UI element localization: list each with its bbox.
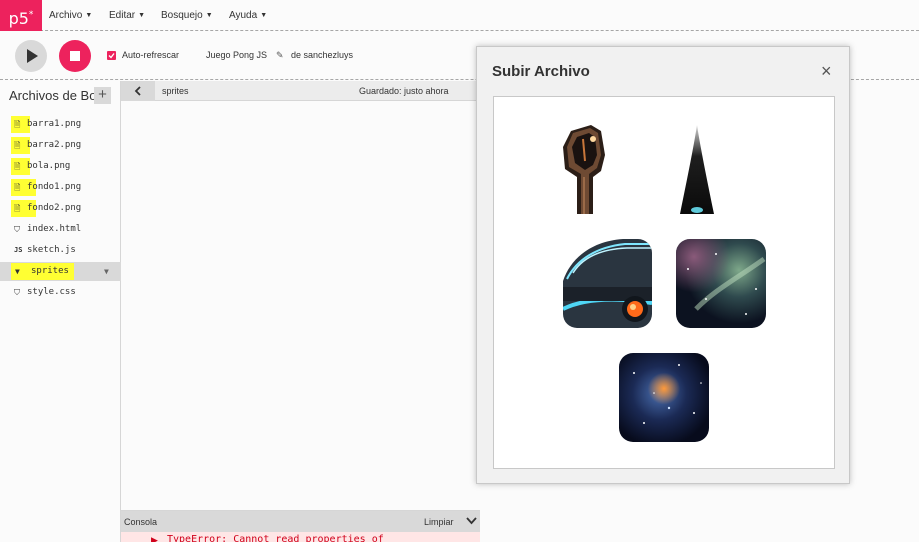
modal-title: Subir Archivo xyxy=(492,63,590,80)
caret-down-icon: ▼ xyxy=(205,12,213,19)
clear-console-button[interactable]: Limpiar xyxy=(424,517,454,527)
chevron-down-icon[interactable] xyxy=(466,517,477,525)
folder-name: sprites xyxy=(31,266,69,276)
folder-icon: ▼ xyxy=(15,267,20,276)
sketch-name[interactable]: Juego Pong JS xyxy=(206,50,267,60)
file-name: sketch.js xyxy=(27,245,76,255)
image-file-icon: 🗎 xyxy=(14,141,21,150)
play-button[interactable] xyxy=(15,40,47,72)
add-file-plus-icon[interactable]: + xyxy=(94,87,111,104)
folder-options-icon[interactable]: ▼ xyxy=(104,262,109,281)
close-icon[interactable]: × xyxy=(821,62,832,80)
html-file-icon: ⛉ xyxy=(14,225,20,234)
file-item[interactable]: ⛉ style.css xyxy=(0,283,121,302)
menu-bosquejo-label: Bosquejo xyxy=(161,10,203,21)
top-nav: p5* Archivo ▼ Editar ▼ Bosquejo ▼ Ayuda ▼ xyxy=(0,0,919,31)
p5-logo[interactable]: p5* xyxy=(0,0,42,31)
thumbnail-paddle-1 xyxy=(563,125,608,214)
thumbnail-background-2 xyxy=(619,353,709,442)
file-item[interactable]: JS sketch.js xyxy=(0,241,121,260)
menu-archivo[interactable]: Archivo ▼ xyxy=(49,0,92,31)
play-icon xyxy=(27,49,38,63)
file-sidebar: Archivos de Bosquejo + 🗎 barra1.png 🗎 ba… xyxy=(0,81,121,542)
menu-ayuda[interactable]: Ayuda ▼ xyxy=(229,0,267,31)
editor-tab-name: sprites xyxy=(162,86,189,96)
file-name: index.html xyxy=(27,224,82,234)
js-file-icon: JS xyxy=(14,246,23,254)
caret-down-icon: ▼ xyxy=(138,12,146,19)
upload-file-modal: Subir Archivo × xyxy=(476,46,850,484)
file-item[interactable]: 🗎 fondo2.png xyxy=(0,199,121,218)
thumbnail-background-1 xyxy=(676,239,766,328)
console-panel: Consola Limpiar ▶ TypeError: Cannot read… xyxy=(121,510,480,542)
menu-archivo-label: Archivo xyxy=(49,10,83,21)
caret-down-icon: ▼ xyxy=(85,12,93,19)
console-header: Consola Limpiar xyxy=(121,511,480,532)
file-name: style.css xyxy=(27,287,76,297)
logo-asterisk: * xyxy=(28,10,34,20)
editor-pane: sprites Guardado: justo ahora xyxy=(121,81,480,510)
image-file-icon: 🗎 xyxy=(14,204,21,213)
file-dropzone[interactable] xyxy=(493,96,835,469)
menu-bosquejo[interactable]: Bosquejo ▼ xyxy=(161,0,213,31)
console-title: Consola xyxy=(124,517,158,527)
caret-down-icon: ▼ xyxy=(260,12,268,19)
file-item[interactable]: 🗎 fondo1.png xyxy=(0,178,121,197)
thumbnail-paddle-2 xyxy=(678,125,716,214)
folder-item-sprites[interactable]: ▼ sprites ▼ xyxy=(0,262,121,281)
chevron-left-icon xyxy=(134,86,141,96)
file-item[interactable]: 🗎 barra2.png xyxy=(0,136,121,155)
console-error-message: TypeError: Cannot read properties of xyxy=(167,534,384,542)
menu-editar-label: Editar xyxy=(109,10,136,21)
console-output: ▶ TypeError: Cannot read properties of xyxy=(121,532,480,542)
menu-editar[interactable]: Editar ▼ xyxy=(109,0,145,31)
stop-icon xyxy=(70,51,80,61)
logo-text: p5 xyxy=(8,9,29,28)
file-name: barra2.png xyxy=(27,140,82,150)
file-name: fondo1.png xyxy=(27,182,82,192)
image-file-icon: 🗎 xyxy=(14,183,21,192)
image-file-icon: 🗎 xyxy=(14,162,21,171)
editor-header: sprites Guardado: justo ahora xyxy=(121,81,480,101)
image-file-icon: 🗎 xyxy=(14,120,21,129)
collapse-sidebar-button[interactable] xyxy=(121,81,155,101)
file-item[interactable]: 🗎 barra1.png xyxy=(0,115,121,134)
sidebar-title: Archivos de Bosquejo xyxy=(9,88,95,103)
file-item[interactable]: ⛉ index.html xyxy=(0,220,121,239)
pencil-icon[interactable]: ✎ xyxy=(276,50,284,61)
expand-error-icon[interactable]: ▶ xyxy=(151,535,158,542)
stop-button[interactable] xyxy=(59,40,91,72)
file-name: barra1.png xyxy=(27,119,82,129)
auto-refresh-label[interactable]: Auto-refrescar xyxy=(122,50,179,60)
thumbnail-ball xyxy=(563,239,652,328)
sketch-author: de sanchezluys xyxy=(291,50,354,60)
menu-ayuda-label: Ayuda xyxy=(229,10,258,21)
file-item[interactable]: 🗎 bola.png xyxy=(0,157,121,176)
auto-refresh-checkbox[interactable] xyxy=(107,51,116,60)
check-icon xyxy=(108,53,115,59)
css-file-icon: ⛉ xyxy=(14,288,20,297)
file-name: fondo2.png xyxy=(27,203,82,213)
saved-status: Guardado: justo ahora xyxy=(359,86,449,96)
file-name: bola.png xyxy=(27,161,71,171)
